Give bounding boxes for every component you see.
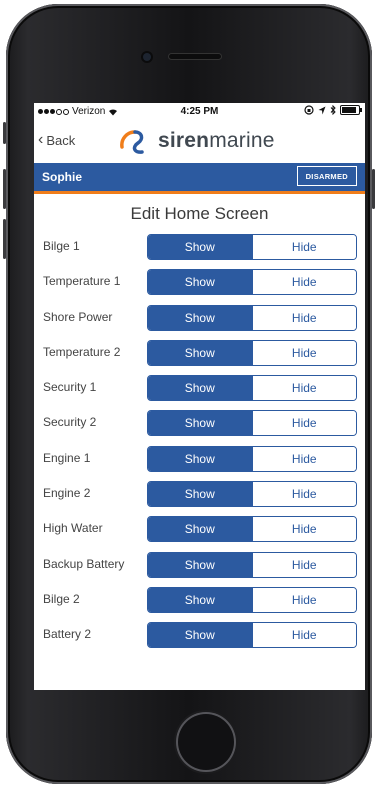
toggle-row-label: High Water bbox=[43, 521, 103, 536]
toggle-row-label: Temperature 1 bbox=[43, 274, 121, 289]
show-button[interactable]: Show bbox=[148, 446, 252, 471]
volume-up-button bbox=[3, 169, 6, 209]
nav-bar: ‹ Back sirenmarine bbox=[34, 121, 365, 163]
toggle-row: Temperature 2 Show Hide bbox=[34, 336, 365, 371]
hide-button[interactable]: Hide bbox=[251, 411, 356, 436]
show-hide-segmented-control: Show Hide bbox=[147, 269, 357, 296]
toggle-row-label: Backup Battery bbox=[43, 556, 125, 571]
sensor-toggle-list: Bilge 1 Show Hide Temperature 1 Show Hide Shor… bbox=[34, 230, 365, 654]
show-hide-segmented-control: Show Hide bbox=[147, 516, 357, 543]
hide-button[interactable]: Hide bbox=[251, 482, 356, 507]
show-hide-segmented-control: Show Hide bbox=[147, 622, 357, 649]
show-hide-segmented-control: Show Hide bbox=[147, 410, 357, 437]
show-hide-segmented-control: Show Hide bbox=[147, 551, 357, 578]
power-button bbox=[372, 169, 375, 209]
back-button[interactable]: ‹ Back bbox=[38, 132, 75, 148]
hide-button[interactable]: Hide bbox=[251, 623, 356, 648]
show-hide-segmented-control: Show Hide bbox=[147, 445, 357, 472]
battery-icon bbox=[340, 105, 362, 115]
hide-button[interactable]: Hide bbox=[251, 587, 356, 612]
show-hide-segmented-control: Show Hide bbox=[147, 481, 357, 508]
show-button[interactable]: Show bbox=[148, 376, 252, 401]
toggle-row: High Water Show Hide bbox=[34, 512, 365, 547]
hide-button[interactable]: Hide bbox=[251, 552, 356, 577]
show-button[interactable]: Show bbox=[148, 517, 252, 542]
show-button[interactable]: Show bbox=[148, 411, 252, 436]
show-hide-segmented-control: Show Hide bbox=[147, 586, 357, 613]
hide-button[interactable]: Hide bbox=[251, 305, 356, 330]
security-status-badge[interactable]: DISARMED bbox=[296, 166, 357, 186]
toggle-row: Temperature 1 Show Hide bbox=[34, 265, 365, 300]
show-button[interactable]: Show bbox=[148, 552, 252, 577]
toggle-row-label: Battery 2 bbox=[43, 627, 92, 642]
toggle-row-label: Bilge 1 bbox=[43, 239, 80, 253]
siren-wave-logo-icon bbox=[120, 130, 144, 154]
hide-button[interactable]: Hide bbox=[251, 376, 356, 401]
show-button[interactable]: Show bbox=[148, 270, 252, 295]
toggle-row-label: Security 1 bbox=[43, 380, 97, 395]
location-icon bbox=[318, 106, 326, 114]
show-button[interactable]: Show bbox=[148, 305, 252, 330]
bluetooth-icon bbox=[330, 105, 336, 115]
volume-down-button bbox=[3, 219, 6, 259]
home-button[interactable] bbox=[178, 714, 234, 770]
show-hide-segmented-control: Show Hide bbox=[147, 339, 357, 366]
hide-button[interactable]: Hide bbox=[251, 340, 356, 365]
vessel-header-bar: Sophie DISARMED bbox=[34, 163, 365, 194]
toggle-row: Bilge 2 Show Hide bbox=[34, 583, 365, 618]
show-button[interactable]: Show bbox=[148, 340, 252, 365]
hide-button[interactable]: Hide bbox=[251, 235, 356, 259]
toggle-row: Backup Battery Show Hide bbox=[34, 548, 365, 583]
toggle-row-label: Engine 1 bbox=[43, 450, 91, 465]
hide-button[interactable]: Hide bbox=[251, 517, 356, 542]
toggle-row-label: Engine 2 bbox=[43, 486, 91, 501]
mute-switch bbox=[3, 122, 6, 144]
chevron-left-icon: ‹ bbox=[38, 131, 44, 148]
toggle-row-label: Temperature 2 bbox=[43, 344, 121, 359]
toggle-row-label: Bilge 2 bbox=[43, 591, 80, 606]
toggle-row-label: Shore Power bbox=[43, 309, 113, 324]
show-button[interactable]: Show bbox=[148, 623, 252, 648]
front-camera bbox=[143, 53, 151, 61]
orientation-lock-icon bbox=[304, 105, 314, 115]
toggle-row-label: Security 2 bbox=[43, 415, 97, 430]
toggle-row: Battery 2 Show Hide bbox=[34, 618, 365, 653]
toggle-row: Engine 1 Show Hide bbox=[34, 442, 365, 477]
logo-word-marine: marine bbox=[209, 129, 275, 152]
app-screen: Verizon 4:25 PM ‹ Back sirenmarine Sophi… bbox=[34, 103, 365, 690]
sirenmarine-logo: sirenmarine bbox=[118, 127, 275, 155]
show-button[interactable]: Show bbox=[148, 482, 252, 507]
hide-button[interactable]: Hide bbox=[251, 446, 356, 471]
toggle-row: Shore Power Show Hide bbox=[34, 301, 365, 336]
earpiece-speaker bbox=[169, 54, 221, 59]
status-icons bbox=[304, 105, 362, 115]
show-hide-segmented-control: Show Hide bbox=[147, 234, 357, 260]
show-button[interactable]: Show bbox=[148, 235, 252, 259]
show-button[interactable]: Show bbox=[148, 587, 252, 612]
back-label: Back bbox=[46, 132, 76, 148]
show-hide-segmented-control: Show Hide bbox=[147, 375, 357, 402]
toggle-row: Engine 2 Show Hide bbox=[34, 477, 365, 512]
logo-word-siren: siren bbox=[158, 129, 210, 152]
toggle-row: Bilge 1 Show Hide bbox=[34, 230, 365, 265]
status-bar: Verizon 4:25 PM bbox=[34, 103, 365, 121]
toggle-row: Security 2 Show Hide bbox=[34, 406, 365, 441]
vessel-name: Sophie bbox=[42, 170, 83, 184]
logo-wordmark: sirenmarine bbox=[158, 129, 275, 153]
page-title: Edit Home Screen bbox=[130, 204, 269, 223]
toggle-row: Security 1 Show Hide bbox=[34, 371, 365, 406]
hide-button[interactable]: Hide bbox=[251, 270, 356, 295]
show-hide-segmented-control: Show Hide bbox=[147, 304, 357, 331]
